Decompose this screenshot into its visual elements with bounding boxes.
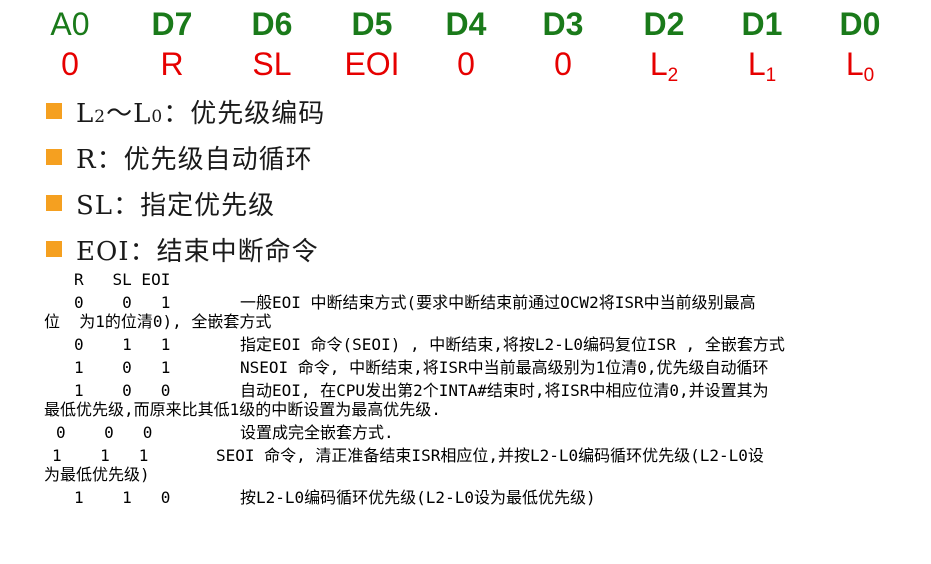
bit-value-d2: L2 bbox=[649, 46, 679, 86]
mode-row: 1 0 1 NSEOI 命令, 中断结束,将ISR中当前最高级别为1位清0,优先级… bbox=[44, 358, 924, 377]
bit-value-d0: L0 bbox=[845, 46, 875, 86]
mode-description-cont: 最低优先级,而原来比其低1级的中断设置为最高优先级. bbox=[44, 400, 441, 419]
mode-description: 一般EOI 中断结束方式(要求中断结束前通过OCW2将ISR中当前级别最高 bbox=[240, 293, 756, 312]
bit-value-d1: L1 bbox=[747, 46, 777, 86]
mode-row: 0 0 0 设置成完全嵌套方式. bbox=[44, 423, 924, 442]
mode-description: NSEOI 命令, 中断结束,将ISR中当前最高级别为1位清0,优先级自动循环 bbox=[240, 358, 769, 377]
bullet-l2-l0: L2～L0：优先级编码 bbox=[46, 88, 325, 134]
bit-name-d0: D0 bbox=[839, 6, 881, 42]
mode-row: 1 1 0 按L2-L0编码循环优先级(L2-L0设为最低优先级) bbox=[44, 488, 924, 507]
field-definitions: L2～L0：优先级编码 R：优先级自动循环 SL：指定优先级 EOI：结束中断命… bbox=[46, 88, 325, 272]
bullet-r: R：优先级自动循环 bbox=[46, 134, 325, 180]
bit-name-d7: D7 bbox=[151, 6, 193, 42]
bit-name-d2: D2 bbox=[643, 6, 685, 42]
mode-description: 自动EOI, 在CPU发出第2个INTA#结束时,将ISR中相应位清0,并设置其… bbox=[240, 381, 769, 400]
bullet-text: R：优先级自动循环 bbox=[76, 144, 313, 175]
mode-description: 设置成完全嵌套方式. bbox=[240, 423, 394, 442]
bullet-square-icon bbox=[46, 195, 62, 211]
bit-name-a0: A0 bbox=[50, 6, 90, 42]
bit-value-d4: 0 bbox=[457, 46, 475, 82]
bit-name-d6: D6 bbox=[251, 6, 293, 42]
mode-bits: 1 0 0 bbox=[74, 381, 171, 400]
bullet-square-icon bbox=[46, 241, 62, 257]
mode-description-cont: 位 为1的位清0), 全嵌套方式 bbox=[44, 312, 272, 331]
mode-description: 指定EOI 命令(SEOI) , 中断结束,将按L2-L0编码复位ISR , 全… bbox=[240, 335, 785, 354]
bullet-square-icon bbox=[46, 103, 62, 119]
mode-bits: 1 0 1 bbox=[74, 358, 171, 377]
mode-bits: 0 0 0 bbox=[56, 423, 153, 442]
bit-name-d5: D5 bbox=[351, 6, 393, 42]
mode-row: 0 0 1 一般EOI 中断结束方式(要求中断结束前通过OCW2将ISR中当前级别… bbox=[44, 293, 924, 331]
mode-row: 0 1 1 指定EOI 命令(SEOI) , 中断结束,将按L2-L0编码复位IS… bbox=[44, 335, 924, 354]
bit-value-d6: SL bbox=[252, 46, 292, 82]
bit-value-d7: R bbox=[160, 46, 184, 82]
bullet-text: L2～L0：优先级编码 bbox=[76, 98, 326, 129]
bullet-sl: SL：指定优先级 bbox=[46, 180, 325, 226]
mode-description: SEOI 命令, 清正准备结束ISR相应位,并按L2-L0编码循环优先级(L2-… bbox=[216, 446, 764, 465]
bit-name-d4: D4 bbox=[445, 6, 487, 42]
mode-description: 按L2-L0编码循环优先级(L2-L0设为最低优先级) bbox=[240, 488, 596, 507]
bit-value-d3: 0 bbox=[554, 46, 572, 82]
bullet-square-icon bbox=[46, 149, 62, 165]
mode-bits: 0 0 1 bbox=[74, 293, 171, 312]
mode-bits: 1 1 0 bbox=[74, 488, 171, 507]
eoi-mode-table: R SL EOI 0 0 1 一般EOI 中断结束方式(要求中断结束前通过OCW2… bbox=[44, 270, 924, 507]
mode-header: R SL EOI bbox=[74, 270, 171, 289]
bit-name-d3: D3 bbox=[542, 6, 584, 42]
bit-name-d1: D1 bbox=[741, 6, 783, 42]
bit-value-a0: 0 bbox=[61, 46, 79, 82]
ocw2-bit-layout: A0 D7 D6 D5 D4 D3 D2 D1 D0 0 R SL EOI 0 … bbox=[0, 0, 931, 90]
mode-bits: 0 1 1 bbox=[74, 335, 171, 354]
bullet-text: SL：指定优先级 bbox=[76, 190, 276, 221]
mode-description-cont: 为最低优先级) bbox=[44, 465, 150, 484]
bullet-text: EOI：结束中断命令 bbox=[76, 236, 319, 267]
mode-row: 1 0 0 自动EOI, 在CPU发出第2个INTA#结束时,将ISR中相应位清0… bbox=[44, 381, 924, 419]
mode-row: 1 1 1 SEOI 命令, 清正准备结束ISR相应位,并按L2-L0编码循环优先… bbox=[44, 446, 924, 484]
bullet-eoi: EOI：结束中断命令 bbox=[46, 226, 325, 272]
mode-bits: 1 1 1 bbox=[52, 446, 149, 465]
bit-value-d5: EOI bbox=[344, 46, 400, 82]
